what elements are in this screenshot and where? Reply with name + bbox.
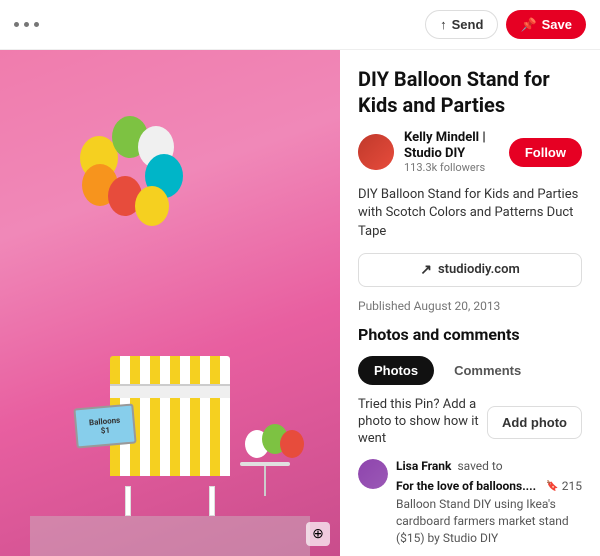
dot-1	[14, 22, 19, 27]
dot-2	[24, 22, 29, 27]
author-info: Kelly Mindell | Studio DIY 113.3k follow…	[404, 130, 499, 174]
balloon-scene: Balloons $1	[30, 76, 310, 556]
comment-action-text: saved to	[457, 459, 502, 473]
published-date: Published August 20, 2013	[358, 299, 582, 313]
tried-text: Tried this Pin? Add a photo to show how …	[358, 397, 487, 448]
send-label: Send	[452, 17, 484, 32]
commenter-avatar[interactable]	[358, 459, 388, 489]
author-row: Kelly Mindell | Studio DIY 113.3k follow…	[358, 130, 582, 174]
comment-text: Balloon Stand DIY using Ikea's cardboard…	[396, 496, 582, 546]
pin-image-section: Balloons $1	[0, 50, 340, 556]
comment-row: Lisa Frank saved to For the love of ball…	[358, 459, 582, 546]
commenter-name[interactable]: Lisa Frank	[396, 459, 451, 473]
dot-3	[34, 22, 39, 27]
stand-sign: Balloons $1	[73, 403, 136, 448]
save-count-value: 215	[562, 479, 582, 493]
comment-content: Lisa Frank saved to For the love of ball…	[396, 459, 582, 546]
balloon-stand: Balloons $1	[110, 356, 230, 516]
save-button[interactable]: 📌 Save	[506, 10, 586, 39]
comment-header: Lisa Frank saved to For the love of ball…	[396, 459, 582, 493]
fullscreen-button[interactable]: ⊕	[306, 522, 330, 546]
send-button[interactable]: ↑ Send	[425, 10, 498, 39]
source-url: studiodiy.com	[438, 262, 520, 277]
save-label: Save	[542, 17, 572, 32]
add-photo-button[interactable]: Add photo	[487, 406, 582, 439]
section-title: Photos and comments	[358, 325, 582, 344]
author-followers: 113.3k followers	[404, 161, 499, 174]
follow-button[interactable]: Follow	[509, 138, 582, 167]
tried-row: Tried this Pin? Add a photo to show how …	[358, 397, 582, 448]
right-panel: DIY Balloon Stand for Kids and Parties K…	[340, 50, 600, 556]
top-bar-actions: ↑ Send 📌 Save	[425, 10, 586, 39]
table-leg	[264, 466, 266, 496]
stand-leg-left	[125, 486, 131, 516]
small-table	[240, 462, 290, 496]
source-link[interactable]: ↗ studiodiy.com	[358, 253, 582, 287]
top-bar-dots	[14, 22, 39, 27]
main-content: Balloons $1	[0, 50, 600, 556]
stand-canopy	[110, 356, 230, 386]
pin-description: DIY Balloon Stand for Kids and Parties w…	[358, 186, 582, 241]
top-bar: ↑ Send 📌 Save	[0, 0, 600, 50]
pin-image: Balloons $1	[0, 50, 340, 556]
bookmark-icon: 🔖	[546, 481, 558, 492]
send-icon: ↑	[440, 17, 447, 32]
save-pin-icon: 📌	[520, 17, 536, 33]
photos-tab[interactable]: Photos	[358, 356, 434, 385]
small-balloon-pink	[280, 430, 304, 458]
tabs-row: Photos Comments	[358, 356, 582, 385]
comments-tab[interactable]: Comments	[438, 356, 537, 385]
avatar-image	[358, 134, 394, 170]
stand-shelf	[110, 384, 230, 398]
commenter-avatar-image	[358, 459, 388, 489]
pin-title: DIY Balloon Stand for Kids and Parties	[358, 66, 582, 118]
avatar[interactable]	[358, 134, 394, 170]
author-name[interactable]: Kelly Mindell | Studio DIY	[404, 130, 499, 161]
balloon-yellow-2	[135, 186, 169, 226]
link-arrow-icon: ↗	[420, 262, 432, 278]
ground	[30, 516, 310, 556]
comment-board[interactable]: For the love of balloons....	[396, 479, 536, 493]
comment-save-count: 🔖 215	[546, 479, 582, 493]
stand-leg-right	[209, 486, 215, 516]
